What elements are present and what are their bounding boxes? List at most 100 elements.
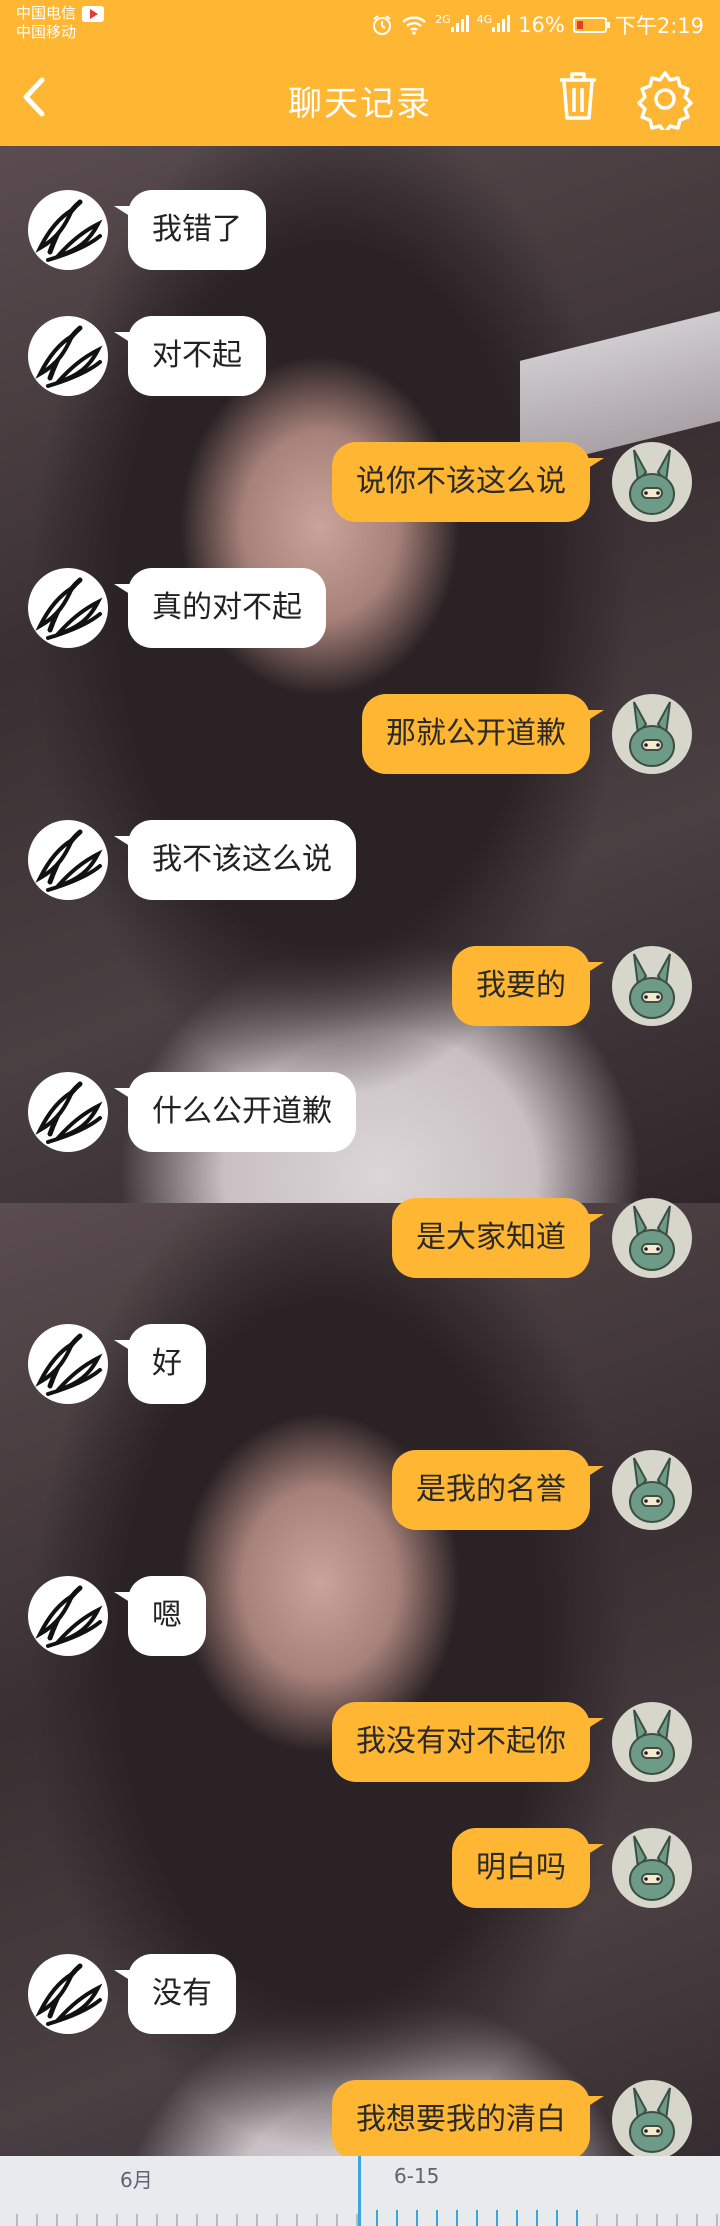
contact-avatar[interactable] (28, 316, 108, 396)
sent-message-bubble[interactable]: 我没有对不起你 (332, 1702, 604, 1782)
timeline-tick (176, 2214, 178, 2226)
received-message-bubble[interactable]: 好 (114, 1324, 206, 1404)
timeline-tick (696, 2214, 698, 2226)
message-row: 真的对不起 (0, 568, 720, 648)
timeline-tick (196, 2214, 198, 2226)
chat-history[interactable]: 我错了 对不起 说你不该这么说 真的对不起 那就公开道歉 我不该这么说 我要的 什么公开道歉是… (0, 146, 720, 2156)
timeline-tick (276, 2214, 278, 2226)
timeline-tick (476, 2210, 478, 2226)
contact-avatar[interactable] (28, 1576, 108, 1656)
contact-avatar[interactable] (28, 1072, 108, 1152)
message-row: 明白吗 (0, 1828, 720, 1908)
date-timeline[interactable]: 6月 6-15 (0, 2156, 720, 2226)
trash-icon[interactable] (550, 68, 606, 124)
received-message-bubble[interactable]: 嗯 (114, 1576, 206, 1656)
carrier-1: 中国电信 (16, 4, 77, 22)
sent-message-bubble[interactable]: 说你不该这么说 (332, 442, 604, 522)
message-row: 是我的名誉 (0, 1450, 720, 1530)
timeline-tick (596, 2214, 598, 2226)
timeline-marker[interactable] (358, 2156, 361, 2226)
background-photo (0, 146, 720, 1203)
status-bar: 中国电信 中国移动 2G 4G 16% 下午2:19 (0, 0, 720, 46)
timeline-tick (676, 2214, 678, 2226)
my-avatar[interactable] (612, 442, 692, 522)
sent-message-bubble[interactable]: 我想要我的清白 (332, 2080, 604, 2156)
carrier-2: 中国移动 (16, 23, 77, 41)
message-row: 我没有对不起你 (0, 1702, 720, 1782)
timeline-tick (616, 2214, 618, 2226)
my-avatar[interactable] (612, 2080, 692, 2156)
message-row: 我想要我的清白 (0, 2080, 720, 2156)
carrier-info: 中国电信 中国移动 (16, 4, 105, 42)
sent-message-bubble[interactable]: 那就公开道歉 (362, 694, 604, 774)
message-row: 嗯 (0, 1576, 720, 1656)
contact-avatar[interactable] (28, 820, 108, 900)
timeline-tick (656, 2214, 658, 2226)
timeline-tick (296, 2214, 298, 2226)
received-message-bubble[interactable]: 对不起 (114, 316, 266, 396)
message-row: 是大家知道 (0, 1198, 720, 1278)
timeline-tick (16, 2214, 18, 2226)
received-message-bubble[interactable]: 什么公开道歉 (114, 1072, 356, 1152)
message-row: 我要的 (0, 946, 720, 1026)
my-avatar[interactable] (612, 946, 692, 1026)
timeline-tick (396, 2210, 398, 2226)
received-message-bubble[interactable]: 真的对不起 (114, 568, 326, 648)
sent-message-bubble[interactable]: 是我的名誉 (392, 1450, 604, 1530)
contact-avatar[interactable] (28, 190, 108, 270)
timeline-tick (636, 2214, 638, 2226)
timeline-tick (436, 2210, 438, 2226)
timeline-tick (416, 2210, 418, 2226)
sent-message-bubble[interactable]: 我要的 (452, 946, 604, 1026)
clock: 下午2:19 (614, 14, 704, 38)
my-avatar[interactable] (612, 1828, 692, 1908)
message-row: 我不该这么说 (0, 820, 720, 900)
timeline-label-date: 6-15 (394, 2164, 440, 2188)
contact-avatar[interactable] (28, 568, 108, 648)
received-message-bubble[interactable]: 没有 (114, 1954, 236, 2034)
signal-bars-icon (492, 14, 511, 32)
timeline-tick (376, 2210, 378, 2226)
timeline-tick (556, 2210, 558, 2226)
timeline-tick (96, 2214, 98, 2226)
app-header: 聊天记录 (0, 46, 720, 146)
timeline-tick (76, 2214, 78, 2226)
signal-bars-icon (450, 14, 469, 32)
timeline-tick (256, 2214, 258, 2226)
timeline-label-month: 6月 (120, 2168, 153, 2192)
my-avatar[interactable] (612, 1702, 692, 1782)
timeline-tick (516, 2210, 518, 2226)
contact-avatar[interactable] (28, 1324, 108, 1404)
video-badge-icon (82, 5, 105, 22)
timeline-tick (116, 2214, 118, 2226)
contact-avatar[interactable] (28, 1954, 108, 2034)
received-message-bubble[interactable]: 我错了 (114, 190, 266, 270)
timeline-tick (216, 2214, 218, 2226)
sent-message-bubble[interactable]: 是大家知道 (392, 1198, 604, 1278)
wifi-icon (402, 16, 426, 35)
sent-message-bubble[interactable]: 明白吗 (452, 1828, 604, 1908)
message-row: 那就公开道歉 (0, 694, 720, 774)
message-row: 说你不该这么说 (0, 442, 720, 522)
received-message-bubble[interactable]: 我不该这么说 (114, 820, 356, 900)
signal-2: 4G (477, 13, 511, 37)
timeline-tick (236, 2214, 238, 2226)
timeline-tick (56, 2214, 58, 2226)
my-avatar[interactable] (612, 1198, 692, 1278)
timeline-tick (156, 2214, 158, 2226)
message-row: 对不起 (0, 316, 720, 396)
timeline-tick (536, 2210, 538, 2226)
status-indicators: 2G 4G 16% 下午2:19 (371, 10, 704, 40)
my-avatar[interactable] (612, 1450, 692, 1530)
message-row: 好 (0, 1324, 720, 1404)
battery-icon (572, 17, 610, 33)
alarm-icon (373, 15, 392, 35)
timeline-tick (456, 2210, 458, 2226)
signal-1: 2G (435, 13, 469, 37)
message-row: 什么公开道歉 (0, 1072, 720, 1152)
timeline-tick (136, 2214, 138, 2226)
page-title: 聊天记录 (288, 84, 432, 124)
my-avatar[interactable] (612, 694, 692, 774)
gear-icon[interactable] (634, 68, 696, 130)
message-row: 没有 (0, 1954, 720, 2034)
